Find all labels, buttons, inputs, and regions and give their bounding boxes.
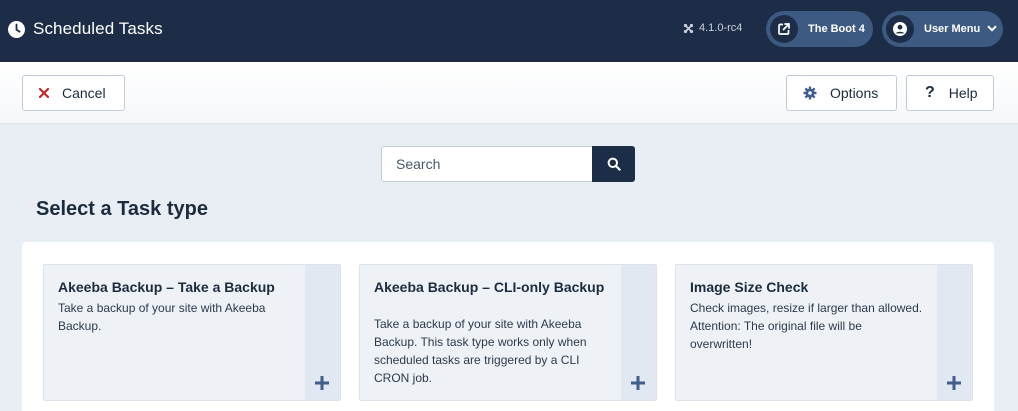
cancel-button[interactable]: Cancel [22, 75, 125, 111]
toolbar: Cancel Options ? Help [0, 62, 1018, 124]
search-button[interactable] [592, 146, 635, 182]
help-button[interactable]: ? Help [906, 75, 994, 111]
gear-icon [803, 86, 817, 100]
page-title: Scheduled Tasks [33, 19, 163, 38]
card-description: Check images, resize if larger than allo… [690, 301, 923, 351]
card-title: Akeeba Backup – CLI-only Backup [374, 279, 605, 295]
plus-icon[interactable] [630, 375, 646, 391]
help-label: Help [948, 85, 978, 101]
search-input[interactable] [381, 146, 593, 182]
options-button[interactable]: Options [786, 75, 897, 111]
user-menu-label: User Menu [924, 23, 981, 35]
task-type-card[interactable]: Akeeba Backup – CLI-only Backup Take a b… [359, 264, 657, 401]
user-menu-button[interactable]: User Menu [882, 11, 1003, 47]
clock-icon [8, 20, 25, 38]
section-title: Select a Task type [36, 198, 208, 220]
task-type-card[interactable]: Akeeba Backup – Take a Backup Take a bac… [43, 264, 341, 401]
options-label: Options [830, 85, 879, 101]
card-title: Akeeba Backup – Take a Backup [58, 279, 275, 295]
card-description: Take a backup of your site with Akeeba B… [58, 301, 266, 333]
header-title-group: Scheduled Tasks [8, 19, 163, 39]
joomla-icon [683, 23, 694, 34]
site-link-button[interactable]: The Boot 4 [766, 11, 873, 47]
close-icon [39, 88, 49, 98]
site-link-label: The Boot 4 [808, 23, 865, 35]
chevron-down-icon [987, 23, 997, 35]
search-icon [607, 157, 621, 171]
card-title: Image Size Check [690, 279, 809, 295]
cancel-label: Cancel [62, 85, 106, 101]
question-icon: ? [925, 84, 935, 101]
plus-icon[interactable] [314, 375, 330, 391]
external-link-icon [770, 15, 798, 43]
card-description: Take a backup of your site with Akeeba B… [374, 317, 587, 385]
version-label: 4.1.0-rc4 [683, 22, 742, 34]
app-header: Scheduled Tasks 4.1.0-rc4 The Boot 4 Use… [0, 0, 1018, 62]
plus-icon[interactable] [946, 375, 962, 391]
user-icon [886, 15, 914, 43]
task-type-card[interactable]: Image Size Check Check images, resize if… [675, 264, 973, 401]
version-text: 4.1.0-rc4 [699, 22, 743, 34]
